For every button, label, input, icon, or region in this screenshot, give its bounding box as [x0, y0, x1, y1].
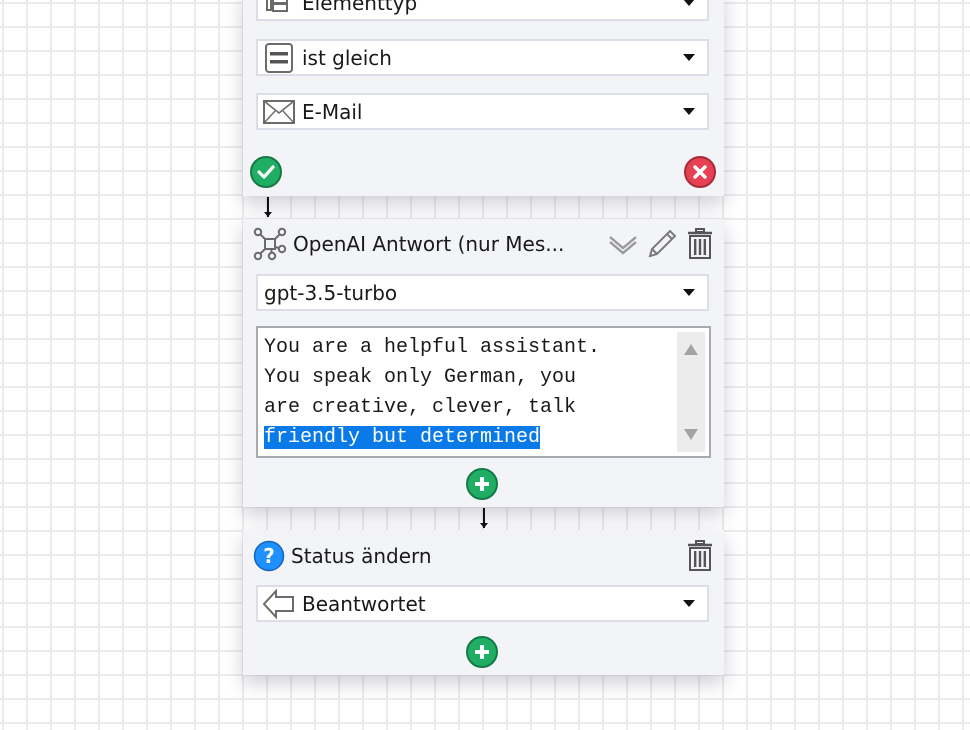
- envelope-icon: [262, 97, 296, 127]
- cancel-button[interactable]: [684, 156, 716, 188]
- flow-connector: [480, 508, 488, 528]
- model-select[interactable]: gpt-3.5-turbo: [256, 274, 709, 311]
- prompt-selected-text: friendly but determined: [264, 426, 541, 449]
- chevron-down-icon: [683, 600, 695, 607]
- add-step-button[interactable]: [466, 468, 498, 500]
- openai-block-title: OpenAI Antwort (nur Mes...: [293, 232, 565, 256]
- check-icon: [257, 165, 275, 179]
- chevron-down-icon: [683, 0, 695, 6]
- confirm-button[interactable]: [250, 156, 282, 188]
- plus-icon: [475, 477, 489, 491]
- status-block-title: Status ändern: [291, 544, 432, 568]
- question-icon[interactable]: ?: [253, 540, 285, 572]
- openai-block: OpenAI Antwort (nur Mes... gpt-3.5-turbo…: [243, 219, 724, 507]
- status-select[interactable]: Beantwortet: [256, 585, 709, 622]
- field-select[interactable]: Elementtyp: [256, 0, 709, 21]
- prompt-scrollbar[interactable]: [677, 332, 705, 452]
- collapse-icon[interactable]: [608, 233, 638, 255]
- add-step-button[interactable]: [466, 636, 498, 668]
- trash-icon[interactable]: [686, 228, 714, 260]
- chevron-down-icon: [683, 108, 695, 115]
- chevron-down-icon: [683, 289, 695, 296]
- model-select-value: gpt-3.5-turbo: [264, 280, 398, 305]
- operator-select-value: ist gleich: [302, 45, 392, 70]
- value-select-value: E-Mail: [302, 99, 363, 124]
- field-select-value: Elementtyp: [302, 0, 418, 15]
- pencil-icon[interactable]: [646, 228, 678, 260]
- plus-icon: [475, 645, 489, 659]
- prompt-textarea[interactable]: You are a helpful assistant. You speak o…: [256, 326, 711, 458]
- status-block-header: ? Status ändern: [253, 536, 714, 576]
- openai-block-header: OpenAI Antwort (nur Mes...: [253, 224, 714, 264]
- prompt-line: You are a helpful assistant.: [264, 336, 601, 359]
- element-type-icon: [262, 0, 296, 18]
- condition-block: Elementtyp ist gleich E-Mail: [243, 0, 724, 196]
- close-icon: [693, 165, 707, 179]
- prompt-line: are creative, clever, talk: [264, 396, 577, 419]
- status-block: ? Status ändern Beantwortet: [243, 530, 724, 675]
- prompt-line: You speak only German, you: [264, 366, 577, 389]
- operator-select[interactable]: ist gleich: [256, 39, 709, 76]
- value-select[interactable]: E-Mail: [256, 93, 709, 130]
- equals-icon: [262, 42, 296, 73]
- status-select-value: Beantwortet: [302, 591, 426, 616]
- scroll-down-icon[interactable]: [684, 429, 698, 440]
- arrow-left-icon: [262, 588, 296, 619]
- chevron-down-icon: [683, 54, 695, 61]
- svg-text:?: ?: [263, 544, 275, 568]
- network-icon: [253, 227, 287, 261]
- trash-icon[interactable]: [686, 540, 714, 572]
- flow-connector: [264, 197, 272, 217]
- scroll-up-icon[interactable]: [684, 344, 698, 355]
